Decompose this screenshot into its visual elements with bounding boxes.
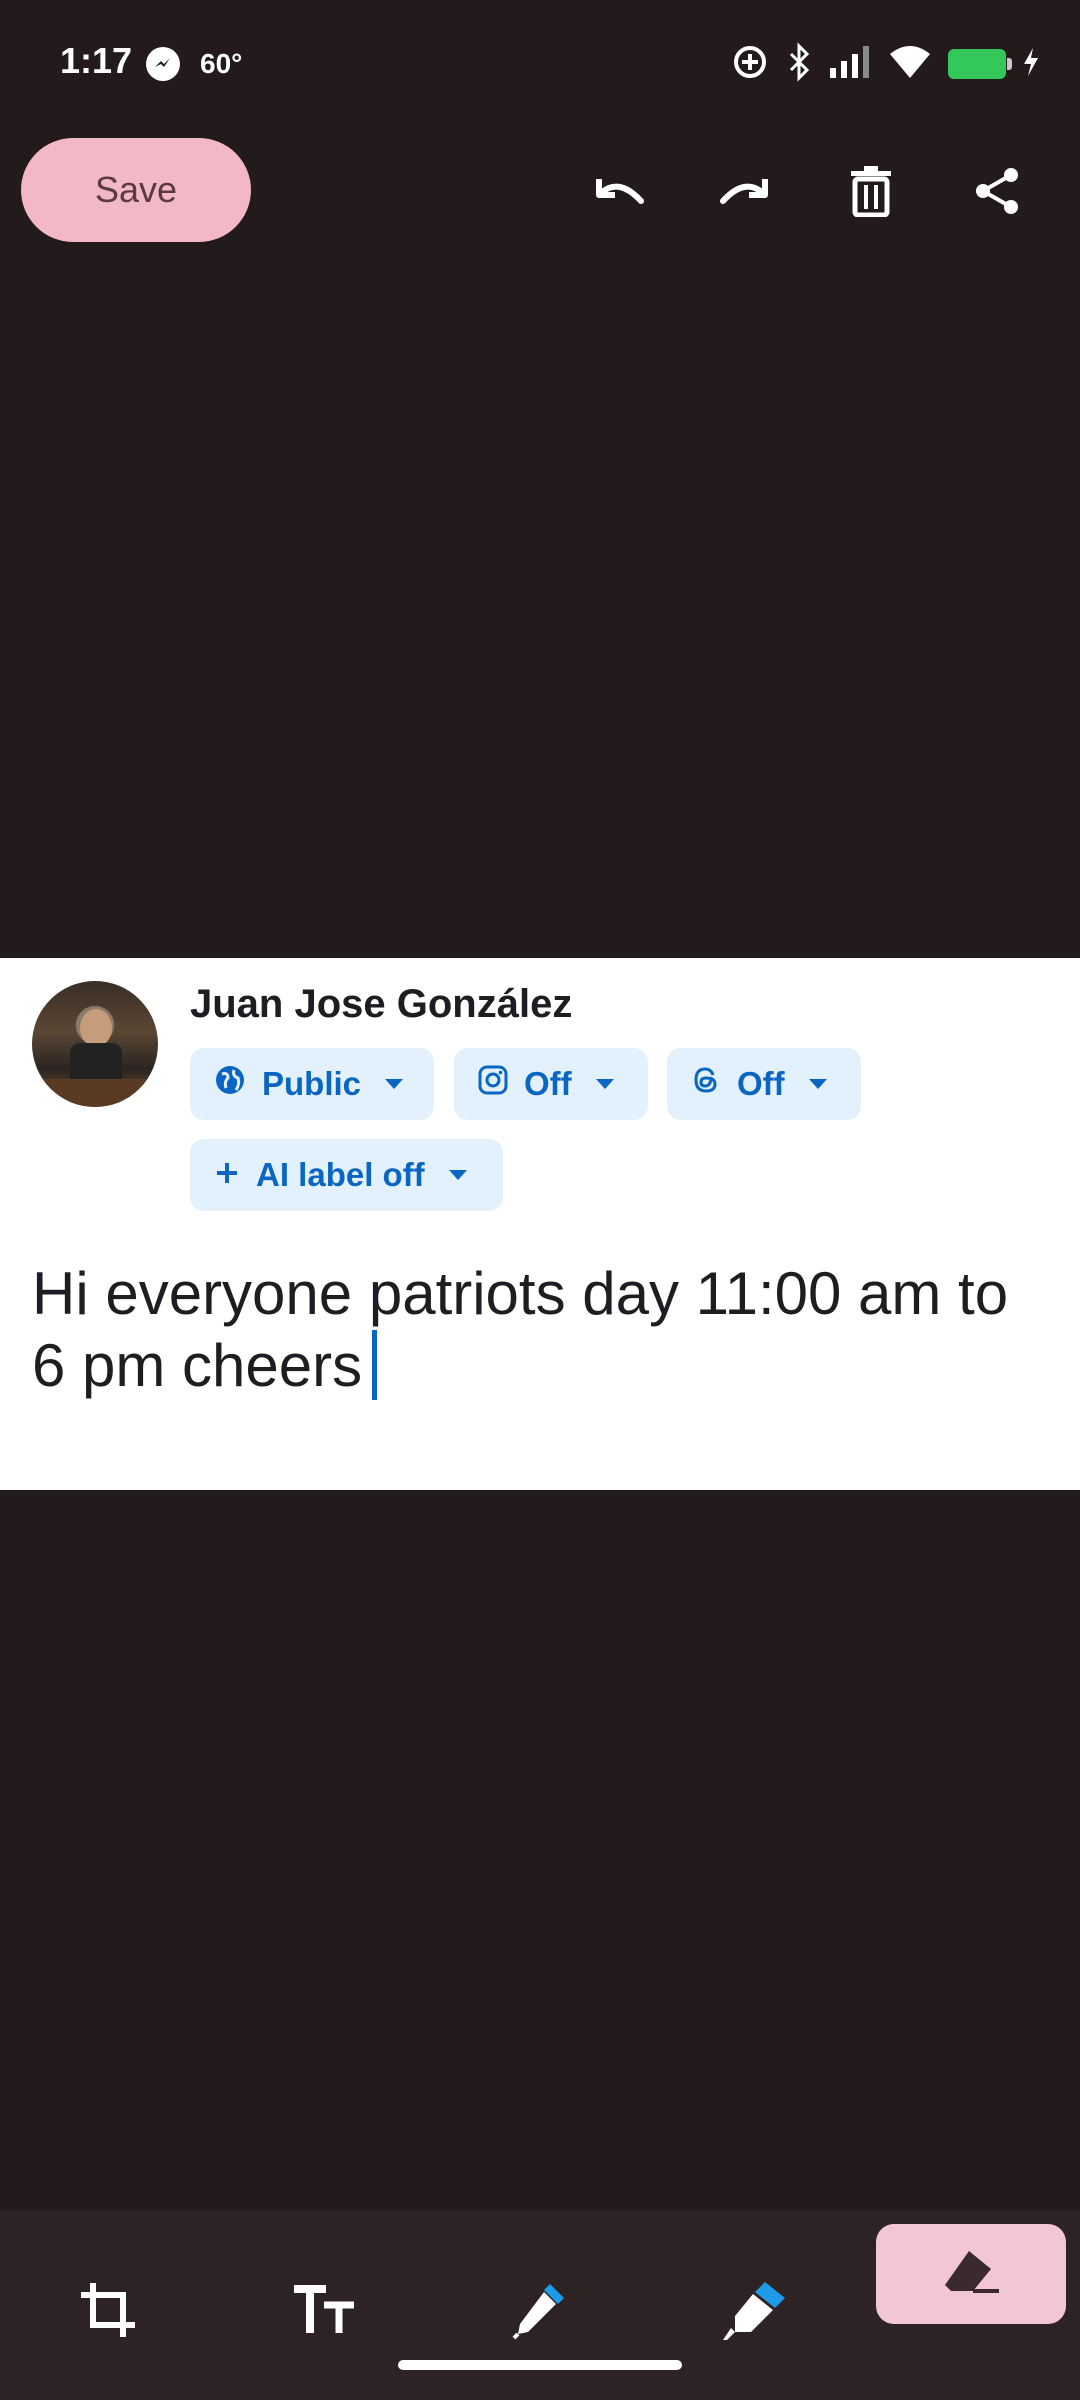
chevron-down-icon	[595, 1079, 614, 1089]
wifi-icon	[888, 44, 932, 85]
username: Juan Jose González	[190, 982, 573, 1026]
chevron-down-icon	[808, 1079, 827, 1089]
status-bar: 1:17 60°	[0, 0, 1080, 130]
signal-icon	[828, 44, 872, 85]
bluetooth-icon	[786, 41, 812, 87]
eraser-button[interactable]	[876, 2224, 1066, 2324]
threads-label: Off	[737, 1065, 785, 1102]
bottom-toolbar	[0, 2210, 1080, 2400]
avatar	[32, 981, 158, 1107]
marker-icon[interactable]	[716, 2270, 796, 2350]
data-saver-icon	[730, 42, 770, 87]
chevron-down-icon	[385, 1079, 404, 1089]
text-size-icon[interactable]	[284, 2270, 364, 2350]
threads-icon	[691, 1065, 721, 1103]
eraser-icon	[939, 2247, 1003, 2302]
ai-label-dropdown[interactable]: AI label off	[190, 1139, 503, 1211]
save-button[interactable]: Save	[21, 138, 251, 242]
plus-icon	[214, 1156, 240, 1194]
charging-icon	[1022, 46, 1040, 83]
audience-dropdown[interactable]: Public	[190, 1048, 434, 1120]
status-temperature: 60°	[200, 48, 243, 79]
share-icon[interactable]	[962, 156, 1032, 226]
text-cursor	[372, 1330, 378, 1400]
screen: 1:17 60° Save Juan Jose González Public …	[0, 0, 1080, 2400]
messenger-icon	[146, 47, 180, 81]
trash-icon[interactable]	[836, 156, 906, 226]
instagram-icon	[478, 1065, 508, 1103]
threads-share-dropdown[interactable]: Off	[667, 1048, 861, 1120]
instagram-label: Off	[524, 1065, 572, 1102]
globe-icon	[214, 1064, 246, 1104]
home-indicator[interactable]	[398, 2360, 682, 2370]
instagram-share-dropdown[interactable]: Off	[454, 1048, 648, 1120]
audience-label: Public	[262, 1065, 362, 1102]
pen-icon[interactable]	[500, 2270, 580, 2350]
crop-icon[interactable]	[68, 2270, 148, 2350]
ai-label-text: AI label off	[256, 1156, 425, 1193]
chevron-down-icon	[448, 1170, 467, 1180]
status-icons	[730, 40, 1040, 88]
post-text: Hi everyone patriots day 11:00 am to 6 p…	[32, 1260, 1009, 1399]
battery-icon	[948, 49, 1012, 79]
status-time: 1:17	[60, 40, 133, 81]
redo-icon[interactable]	[710, 156, 780, 226]
post-card: Juan Jose González Public Off Off AI lab…	[0, 958, 1080, 1490]
post-text-field[interactable]: Hi everyone patriots day 11:00 am to 6 p…	[32, 1258, 1052, 1402]
undo-icon[interactable]	[584, 156, 654, 226]
